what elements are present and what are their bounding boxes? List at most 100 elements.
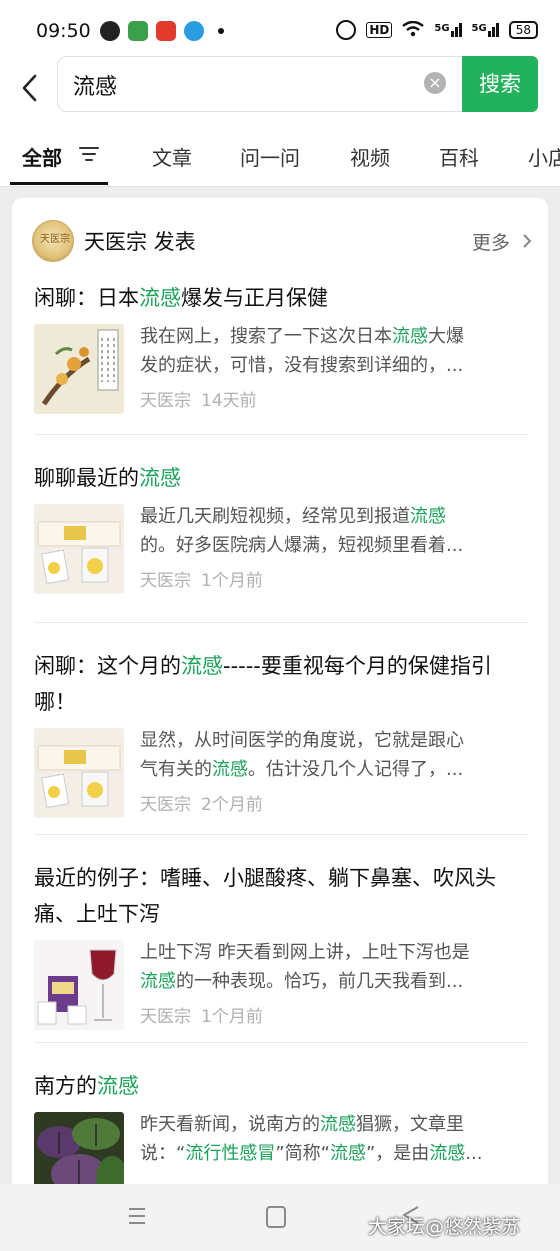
search-button[interactable]: 搜索 bbox=[462, 56, 538, 112]
highlight-keyword: 流感 bbox=[410, 506, 446, 527]
title-text: 闲聊：日本 bbox=[34, 286, 139, 310]
article-item[interactable]: 聊聊最近的流感 最近几天刷短视频，经常见到报道流感 的。好多医院病人爆满，短视频… bbox=[34, 460, 528, 596]
title-text: 闲聊：这个月的 bbox=[34, 654, 181, 678]
article-title[interactable]: 闲聊：这个月的流感-----要重视每个月的保健指引哪！ bbox=[34, 648, 528, 720]
status-right: HD 5G 5G 58 bbox=[336, 20, 538, 40]
back-arrow-icon bbox=[22, 74, 37, 102]
snippet-text: 最近几天刷短视频，经常见到报道 bbox=[140, 506, 410, 527]
snippet-text: 气有关的 bbox=[140, 759, 212, 780]
filter-icon[interactable] bbox=[79, 146, 99, 162]
search-query[interactable]: 流感 bbox=[73, 69, 117, 101]
snippet-text: 的一种表现。恰巧，前几天我看到... bbox=[176, 971, 464, 992]
snippet-text: 显然，从时间医学的角度说，它就是跟心 bbox=[140, 730, 464, 751]
title-text: 南方的 bbox=[34, 1074, 97, 1098]
article-meta: 天医宗 14天前 bbox=[140, 386, 257, 411]
highlight-keyword: 流感 bbox=[140, 971, 176, 992]
snippet-text: 大爆 bbox=[428, 326, 464, 347]
clear-icon[interactable]: × bbox=[424, 72, 446, 94]
article-meta: 天医宗 1个月前 bbox=[140, 1002, 263, 1027]
article-item[interactable]: 南方的流感 昨天看新闻，说南方的流感猖獗，文章里 说：“流行性感冒”简称“流感”… bbox=[34, 1068, 528, 1198]
snippet-text: 的。好多医院病人爆满，短视频里看着... bbox=[140, 535, 464, 556]
article-title[interactable]: 闲聊：日本流感爆发与正月保健 bbox=[34, 280, 528, 316]
avatar[interactable]: 天医宗 bbox=[32, 220, 74, 262]
signal-icon-2: 5G bbox=[472, 23, 499, 37]
search-input[interactable]: 流感 × bbox=[57, 56, 464, 112]
dot-icon bbox=[218, 28, 224, 34]
snippet-text: 。估计没几个人记得了，... bbox=[248, 759, 464, 780]
divider bbox=[34, 434, 528, 435]
more-link[interactable]: 更多 bbox=[472, 228, 532, 255]
article-item[interactable]: 闲聊：日本流感爆发与正月保健 我在网上，搜索了一下这次日本流感大爆 发的症状，可… bbox=[34, 280, 528, 416]
divider bbox=[34, 834, 528, 835]
highlight-keyword: 流感 bbox=[181, 654, 223, 678]
tab-wiki[interactable]: 百科 bbox=[439, 142, 479, 171]
article-snippet: 上吐下泻 昨天看到网上讲，上吐下泻也是 流感的一种表现。恰巧，前几天我看到... bbox=[140, 938, 524, 996]
snippet-text: 昨天看新闻，说南方的 bbox=[140, 1114, 320, 1135]
article-body: 我在网上，搜索了一下这次日本流感大爆 发的症状，可惜，没有搜索到详细的，... … bbox=[34, 324, 528, 416]
publisher-header[interactable]: 天医宗 天医宗 发表 更多 bbox=[32, 220, 532, 262]
article-source: 天医宗 bbox=[140, 571, 191, 591]
article-meta: 天医宗 2个月前 bbox=[140, 790, 263, 815]
snippet-line: 显然，从时间医学的角度说，它就是跟心 bbox=[140, 726, 524, 755]
article-item[interactable]: 闲聊：这个月的流感-----要重视每个月的保健指引哪！ 显然，从时间医学的角度说… bbox=[34, 648, 528, 820]
article-time: 1个月前 bbox=[201, 1007, 263, 1027]
article-thumbnail[interactable] bbox=[34, 940, 124, 1030]
hd-icon: HD bbox=[366, 22, 393, 38]
tab-video[interactable]: 视频 bbox=[350, 142, 390, 171]
wifi-icon bbox=[402, 20, 425, 40]
avatar-text: 天医宗 bbox=[40, 234, 70, 245]
snippet-line: 的。好多医院病人爆满，短视频里看着... bbox=[140, 531, 524, 560]
article-source: 天医宗 bbox=[140, 795, 191, 815]
snippet-line: 发的症状，可惜，没有搜索到详细的，... bbox=[140, 351, 524, 380]
tab-ask[interactable]: 问一问 bbox=[240, 142, 300, 171]
article-source: 天医宗 bbox=[140, 391, 191, 411]
article-body: 显然，从时间医学的角度说，它就是跟心 气有关的流感。估计没几个人记得了，... … bbox=[34, 728, 528, 820]
title-text: 最近的例子：嗜睡、小腿酸疼、躺下鼻塞、吹风头痛、上吐下泻 bbox=[34, 866, 496, 926]
publisher-label[interactable]: 天医宗 发表 bbox=[84, 226, 196, 256]
highlight-keyword: 流感 bbox=[212, 759, 248, 780]
menu-icon[interactable] bbox=[127, 1206, 147, 1226]
snippet-text: 猖獗，文章里 bbox=[356, 1114, 464, 1135]
watermark: 大家坛@悠然紫苏 bbox=[368, 1216, 521, 1238]
snippet-text: 上吐下泻 昨天看到网上讲，上吐下泻也是 bbox=[140, 942, 470, 963]
tab-all[interactable]: 全部 bbox=[22, 142, 62, 171]
snippet-line: 昨天看新闻，说南方的流感猖獗，文章里 bbox=[140, 1110, 524, 1139]
highlight-keyword: 流感 bbox=[139, 286, 181, 310]
battery-icon: 58 bbox=[508, 21, 538, 39]
article-title[interactable]: 聊聊最近的流感 bbox=[34, 460, 528, 496]
signal-icon-1: 5G bbox=[434, 23, 462, 37]
alarm-icon bbox=[336, 20, 357, 40]
back-button[interactable] bbox=[14, 68, 44, 108]
title-text: 爆发与正月保健 bbox=[181, 286, 328, 310]
article-thumbnail[interactable] bbox=[34, 324, 124, 414]
article-snippet: 最近几天刷短视频，经常见到报道流感 的。好多医院病人爆满，短视频里看着... bbox=[140, 502, 524, 560]
article-snippet: 显然，从时间医学的角度说，它就是跟心 气有关的流感。估计没几个人记得了，... bbox=[140, 726, 524, 784]
snippet-text: ... bbox=[465, 1143, 483, 1164]
search-header: 流感 × 搜索 bbox=[0, 56, 560, 122]
more-label: 更多 bbox=[471, 232, 510, 254]
highlight-keyword: 流感 bbox=[329, 1143, 366, 1164]
result-card: 天医宗 天医宗 发表 更多 闲聊：日本流感爆发与正月保健 我在网上，搜索了一下这… bbox=[12, 198, 548, 1198]
snippet-text: 说：“ bbox=[140, 1143, 186, 1164]
highlight-keyword: 流感 bbox=[97, 1074, 139, 1098]
article-title[interactable]: 南方的流感 bbox=[34, 1068, 528, 1104]
article-time: 1个月前 bbox=[201, 571, 263, 591]
article-time: 2个月前 bbox=[201, 795, 263, 815]
snippet-text: 我在网上，搜索了一下这次日本 bbox=[140, 326, 392, 347]
active-tab-indicator bbox=[10, 182, 108, 185]
article-item[interactable]: 最近的例子：嗜睡、小腿酸疼、躺下鼻塞、吹风头痛、上吐下泻 上吐下泻 昨天看到网上… bbox=[34, 860, 528, 1032]
tab-shop[interactable]: 小店 bbox=[528, 142, 560, 171]
article-title[interactable]: 最近的例子：嗜睡、小腿酸疼、躺下鼻塞、吹风头痛、上吐下泻 bbox=[34, 860, 528, 932]
snippet-text: ”简称“ bbox=[275, 1143, 330, 1164]
signal-label-1: 5G bbox=[434, 23, 450, 34]
telegram-icon bbox=[184, 21, 204, 41]
snippet-line: 气有关的流感。估计没几个人记得了，... bbox=[140, 755, 524, 784]
divider bbox=[34, 1042, 528, 1043]
article-source: 天医宗 bbox=[140, 1007, 191, 1027]
tab-articles[interactable]: 文章 bbox=[152, 142, 192, 171]
article-thumbnail[interactable] bbox=[34, 504, 124, 594]
home-icon[interactable] bbox=[266, 1206, 286, 1228]
article-snippet: 我在网上，搜索了一下这次日本流感大爆 发的症状，可惜，没有搜索到详细的，... bbox=[140, 322, 524, 380]
snippet-line: 最近几天刷短视频，经常见到报道流感 bbox=[140, 502, 524, 531]
article-thumbnail[interactable] bbox=[34, 728, 124, 818]
